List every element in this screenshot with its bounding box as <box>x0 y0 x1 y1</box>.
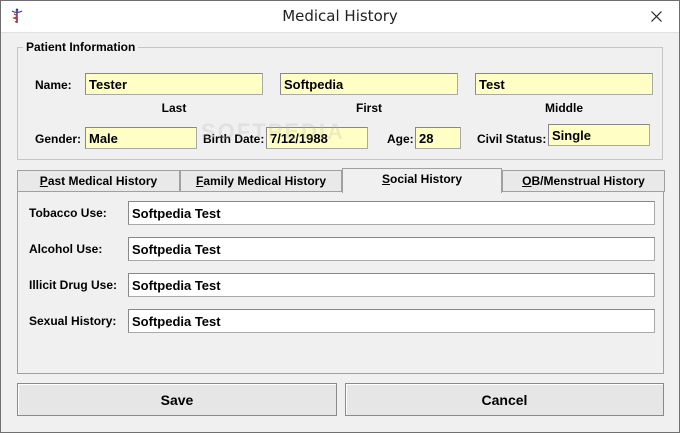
tab-social-history[interactable]: Social History <box>342 168 502 193</box>
gender-input[interactable] <box>85 127 197 149</box>
sexual-history-label: Sexual History: <box>29 314 117 328</box>
last-caption: Last <box>161 101 187 115</box>
middle-name-input[interactable] <box>475 73 653 95</box>
tab-past-medical-history[interactable]: Past Medical History <box>17 170 180 192</box>
name-label: Name: <box>35 78 72 92</box>
age-input[interactable] <box>415 127 461 149</box>
last-name-input[interactable] <box>85 73 263 95</box>
first-caption: First <box>355 101 382 115</box>
history-tabs: Past Medical History Family Medical Hist… <box>17 168 665 193</box>
title-bar[interactable]: Medical History <box>1 1 679 33</box>
tab-family-medical-history[interactable]: Family Medical History <box>180 170 342 192</box>
middle-caption: Middle <box>545 101 583 115</box>
birth-date-input[interactable] <box>266 127 368 149</box>
tobacco-use-label: Tobacco Use: <box>29 206 107 220</box>
patient-information-legend: Patient Information <box>23 40 139 54</box>
illicit-drug-use-input[interactable] <box>128 273 655 297</box>
first-name-input[interactable] <box>280 73 458 95</box>
cancel-button[interactable]: Cancel <box>345 383 664 416</box>
tobacco-use-input[interactable] <box>128 201 655 225</box>
gender-label: Gender: <box>35 132 82 146</box>
medical-history-window: Medical History Patient Information Name… <box>0 0 680 433</box>
window-title: Medical History <box>282 7 398 25</box>
illicit-drug-use-label: Illicit Drug Use: <box>29 278 118 292</box>
age-label: Age: <box>387 132 414 146</box>
close-button[interactable] <box>633 1 679 31</box>
close-icon <box>650 10 662 22</box>
alcohol-use-input[interactable] <box>128 237 655 261</box>
birth-date-label: Birth Date: <box>203 132 265 146</box>
sexual-history-input[interactable] <box>128 309 655 333</box>
save-button[interactable]: Save <box>17 383 337 416</box>
tab-ob-menstrual-history[interactable]: OB/Menstrual History <box>502 170 665 192</box>
alcohol-use-label: Alcohol Use: <box>29 242 103 256</box>
civil-status-input[interactable] <box>548 124 650 146</box>
civil-status-label: Civil Status: <box>477 132 547 146</box>
